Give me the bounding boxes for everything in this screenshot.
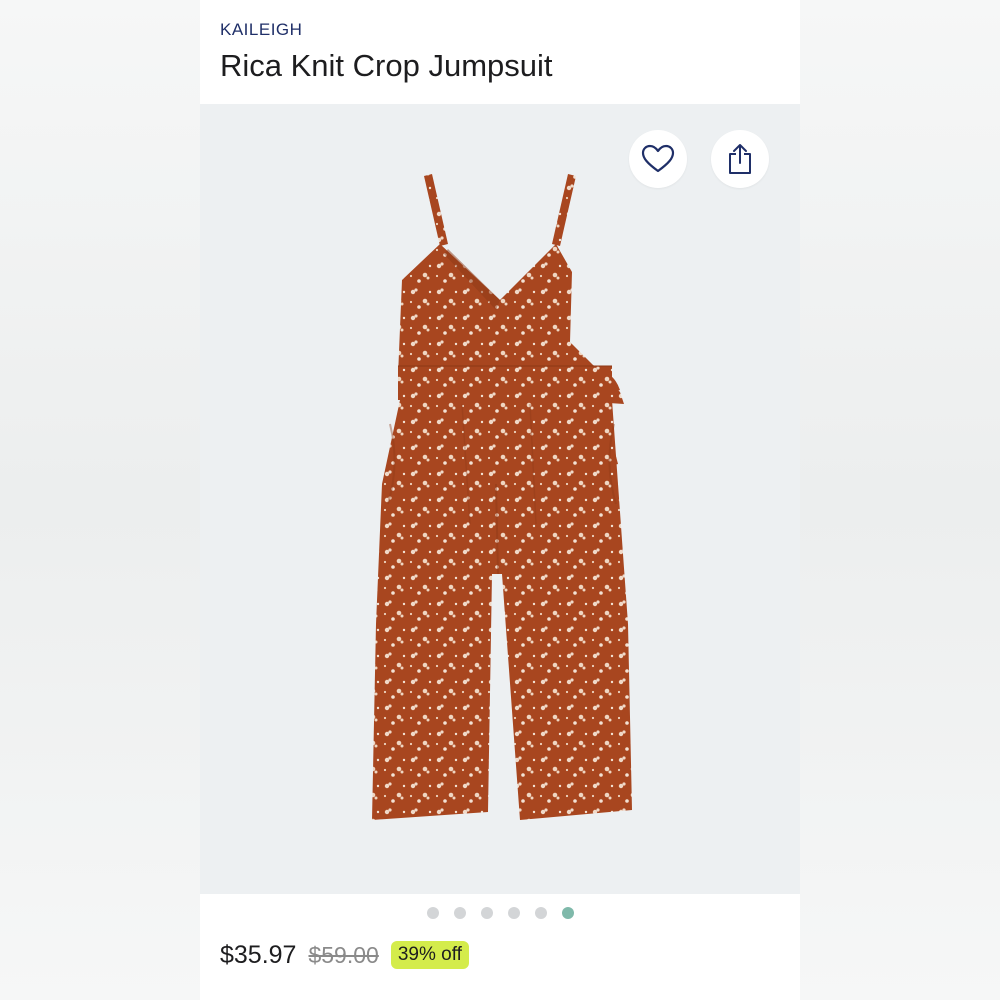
share-icon bbox=[729, 144, 751, 174]
original-price: $59.00 bbox=[308, 941, 379, 968]
carousel-dot[interactable] bbox=[507, 907, 520, 919]
brand-name[interactable]: KAILEIGH bbox=[220, 20, 302, 40]
left-background bbox=[0, 0, 200, 1000]
discount-badge: 39% off bbox=[390, 941, 469, 969]
carousel-dot[interactable] bbox=[453, 907, 466, 919]
right-background bbox=[800, 0, 1000, 1000]
sale-price: $35.97 bbox=[220, 940, 297, 969]
carousel-dot[interactable] bbox=[426, 907, 439, 919]
product-image[interactable] bbox=[200, 104, 800, 894]
carousel-dot-active[interactable] bbox=[561, 907, 574, 919]
heart-icon bbox=[641, 144, 675, 173]
product-card: KAILEIGH Rica Knit Crop Jumpsuit $35.97 … bbox=[200, 0, 800, 1000]
carousel-dots bbox=[200, 907, 800, 919]
jumpsuit-image bbox=[372, 174, 632, 820]
favorite-button[interactable] bbox=[629, 130, 687, 188]
carousel-dot[interactable] bbox=[480, 907, 493, 919]
product-title: Rica Knit Crop Jumpsuit bbox=[220, 48, 553, 83]
carousel-dot[interactable] bbox=[534, 907, 547, 919]
price-row: $35.97 $59.00 39% off bbox=[220, 938, 469, 972]
share-button[interactable] bbox=[711, 130, 769, 188]
